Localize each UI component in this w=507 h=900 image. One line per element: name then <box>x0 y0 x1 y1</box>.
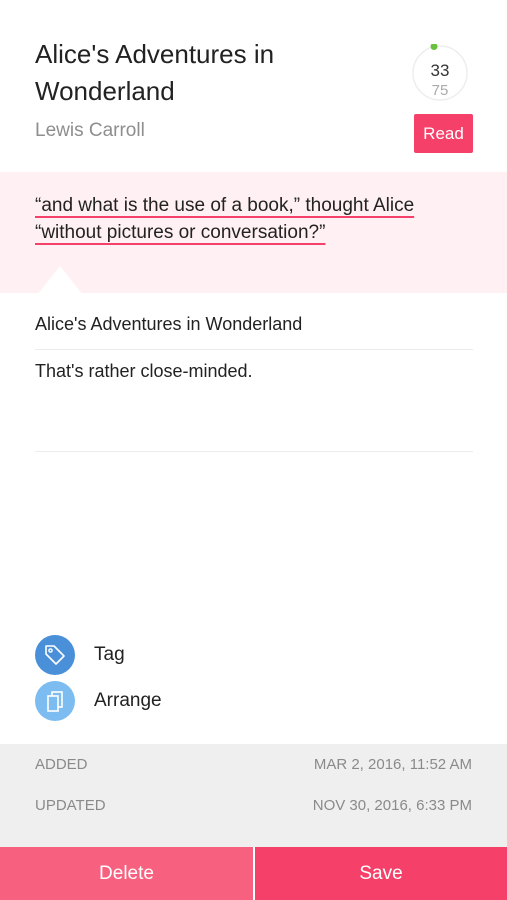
footer-actions: Delete Save <box>0 847 507 900</box>
updated-value: NOV 30, 2016, 6:33 PM <box>312 797 472 814</box>
arrange-action[interactable]: Arrange <box>35 681 335 721</box>
metadata-panel: ADDED MAR 2, 2016, 11:52 AM UPDATED NOV … <box>0 744 507 847</box>
progress-dot <box>430 44 438 50</box>
arrange-label: Arrange <box>94 690 162 711</box>
tag-icon <box>35 635 75 675</box>
note-source-field[interactable]: Alice's Adventures in Wonderland <box>35 314 302 335</box>
added-label: ADDED <box>35 756 88 773</box>
added-value: MAR 2, 2016, 11:52 AM <box>313 756 472 773</box>
book-header: Alice's Adventures in Wonderland Lewis C… <box>0 0 507 172</box>
reading-progress[interactable]: 33 75 <box>411 44 469 102</box>
quote-line-1: “and what is the use of a book,” thought… <box>35 195 415 216</box>
quote-text: “and what is the use of a book,” thought… <box>35 192 473 246</box>
book-author: Lewis Carroll <box>35 120 145 141</box>
arrange-icon <box>35 681 75 721</box>
tag-action[interactable]: Tag <box>35 635 335 675</box>
quote-highlight[interactable]: “and what is the use of a book,” thought… <box>0 172 507 294</box>
divider <box>35 349 473 350</box>
progress-current-page: 33 <box>430 61 450 80</box>
quote-pointer <box>38 266 82 294</box>
quote-line-2: “without pictures or conversation?” <box>35 222 326 243</box>
updated-label: UPDATED <box>35 797 106 814</box>
read-status-button[interactable]: Read <box>414 114 473 153</box>
divider <box>35 451 473 452</box>
save-button[interactable]: Save <box>255 847 507 900</box>
delete-button[interactable]: Delete <box>0 847 253 900</box>
progress-total-pages: 75 <box>431 82 449 99</box>
tag-label: Tag <box>94 644 125 665</box>
note-text-field[interactable]: That's rather close-minded. <box>35 361 253 382</box>
book-title: Alice's Adventures in Wonderland <box>35 39 275 106</box>
